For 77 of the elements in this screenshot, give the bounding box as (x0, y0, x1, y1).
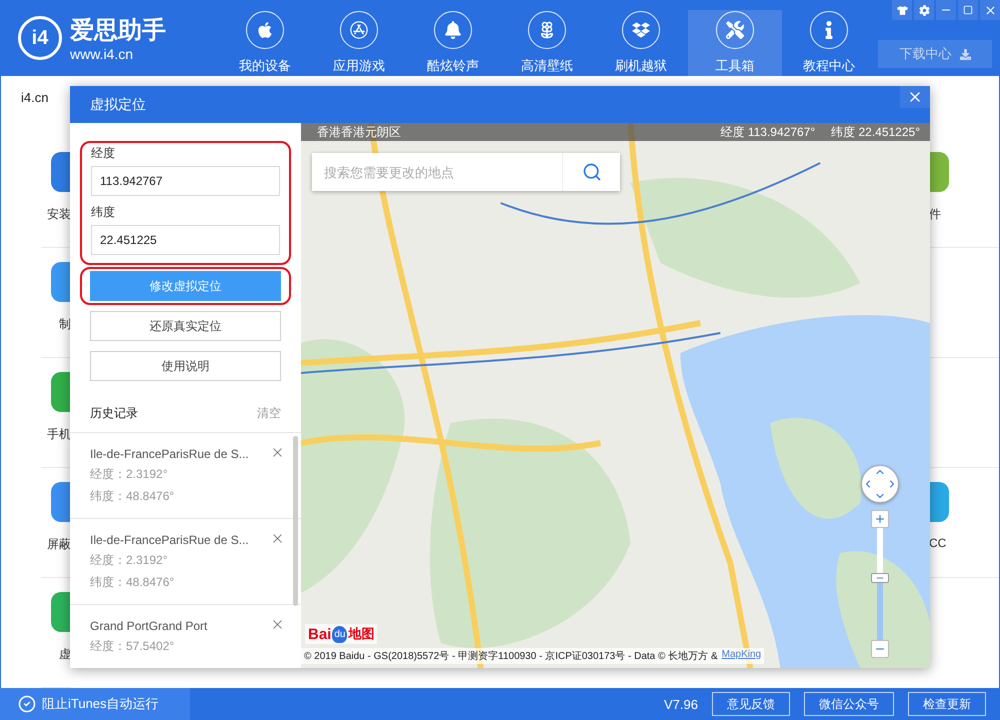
nav-icon (434, 11, 472, 49)
history-longitude: 经度：2.3192° (90, 466, 169, 483)
history-location: Grand PortGrand Port (90, 619, 208, 633)
app-label: CC (929, 536, 946, 550)
app-icon[interactable] (51, 262, 71, 302)
history-latitude: 纬度：48.8476° (90, 574, 176, 591)
nav-icon (716, 11, 754, 49)
download-center-button[interactable]: 下载中心 (878, 40, 992, 68)
close-button[interactable] (900, 86, 930, 108)
footer-button[interactable]: 意见反馈 (712, 692, 790, 716)
footer-button[interactable]: 微信公众号 (804, 692, 894, 716)
search-button[interactable] (562, 153, 620, 191)
history-location: Ile-de-FranceParisRue de S... (90, 533, 249, 547)
history-longitude: 经度：2.3192° (90, 552, 169, 569)
app-icon[interactable] (51, 592, 71, 632)
app-icon[interactable] (929, 152, 949, 192)
app-label: 安装 (47, 206, 71, 223)
search-icon (582, 162, 602, 182)
action-button[interactable]: 使用说明 (90, 351, 281, 381)
nav-icon (246, 11, 284, 49)
itunes-block-toggle[interactable]: 阻止iTunes自动运行 (0, 688, 190, 720)
scrollbar-thumb[interactable] (293, 436, 298, 606)
latitude-reading: 纬度 22.451225° (831, 124, 920, 140)
nav-tab[interactable]: 应用游戏 (312, 10, 406, 76)
app-label: 虚 (59, 646, 71, 663)
nav-tab[interactable]: 我的设备 (218, 10, 312, 76)
longitude-field[interactable]: 113.942767 (91, 166, 280, 196)
nav-icon (622, 11, 660, 49)
nav-tab[interactable]: 工具箱 (688, 10, 782, 76)
logo-mark: i4 (18, 16, 62, 60)
history-location: Ile-de-FranceParisRue de S... (90, 447, 249, 461)
app-label: 手机 (47, 426, 71, 443)
map-copyright: © 2019 Baidu - GS(2018)5572号 - 甲测资字1100930 - 京ICP证030173号 - Data © 长地万方 & (304, 650, 718, 663)
app-url: www.i4.cn (70, 46, 134, 62)
download-icon (960, 48, 970, 60)
history-longitude: 经度：57.5402° (90, 638, 176, 655)
zoom-handle[interactable] (871, 572, 889, 583)
search-field[interactable]: 搜索您需要更改的地点 (312, 153, 620, 191)
action-button[interactable]: 还原真实定位 (90, 311, 281, 341)
settings-icon[interactable] (914, 0, 934, 20)
shirt-icon[interactable] (892, 0, 912, 20)
app-name: 爱思助手 (70, 16, 166, 46)
footer-button[interactable]: 检查更新 (908, 692, 986, 716)
app-icon[interactable] (51, 372, 71, 412)
zoom-out-button[interactable] (871, 640, 889, 658)
nav-icon (340, 11, 378, 49)
region-name: 香港香港元朗区 (317, 124, 401, 140)
mapking-link[interactable]: MapKing (722, 649, 762, 663)
nav-tab[interactable]: 教程中心 (782, 10, 876, 76)
action-button[interactable]: 修改虚拟定位 (90, 271, 281, 301)
map-logo: Bai du 地图 (305, 624, 378, 644)
history-latitude: 纬度：48.8476° (90, 488, 176, 505)
history-title: 历史记录 (90, 405, 138, 422)
app-icon[interactable] (51, 482, 71, 522)
browser-tab[interactable]: i4.cn (21, 90, 48, 104)
nav-tab[interactable]: 刷机越狱 (594, 10, 688, 76)
app-label: 制 (59, 316, 71, 333)
app-label: 件 (929, 206, 941, 223)
nav-icon (528, 11, 566, 49)
field-label: 经度 (91, 145, 116, 162)
dialog-title: 虚拟定位 (90, 96, 146, 114)
app-icon[interactable] (51, 152, 71, 192)
close-icon[interactable] (980, 0, 1000, 20)
plus-icon (874, 513, 886, 525)
longitude-reading: 经度 113.942767° (720, 124, 816, 140)
nav-tab[interactable]: 高清壁纸 (500, 10, 594, 76)
maximize-icon[interactable] (958, 0, 978, 20)
app-icon[interactable] (929, 482, 949, 522)
zoom-in-button[interactable] (871, 510, 889, 528)
clear-button[interactable]: 清空 (257, 405, 281, 422)
nav-tab[interactable]: 酷炫铃声 (406, 10, 500, 76)
nav-icon (810, 11, 848, 49)
latitude-field[interactable]: 22.451225 (91, 225, 280, 255)
field-label: 纬度 (91, 204, 116, 221)
version-label: V7.96 (664, 696, 698, 712)
app-label: 屏蔽 (47, 536, 71, 553)
check-circle-icon (18, 695, 36, 713)
